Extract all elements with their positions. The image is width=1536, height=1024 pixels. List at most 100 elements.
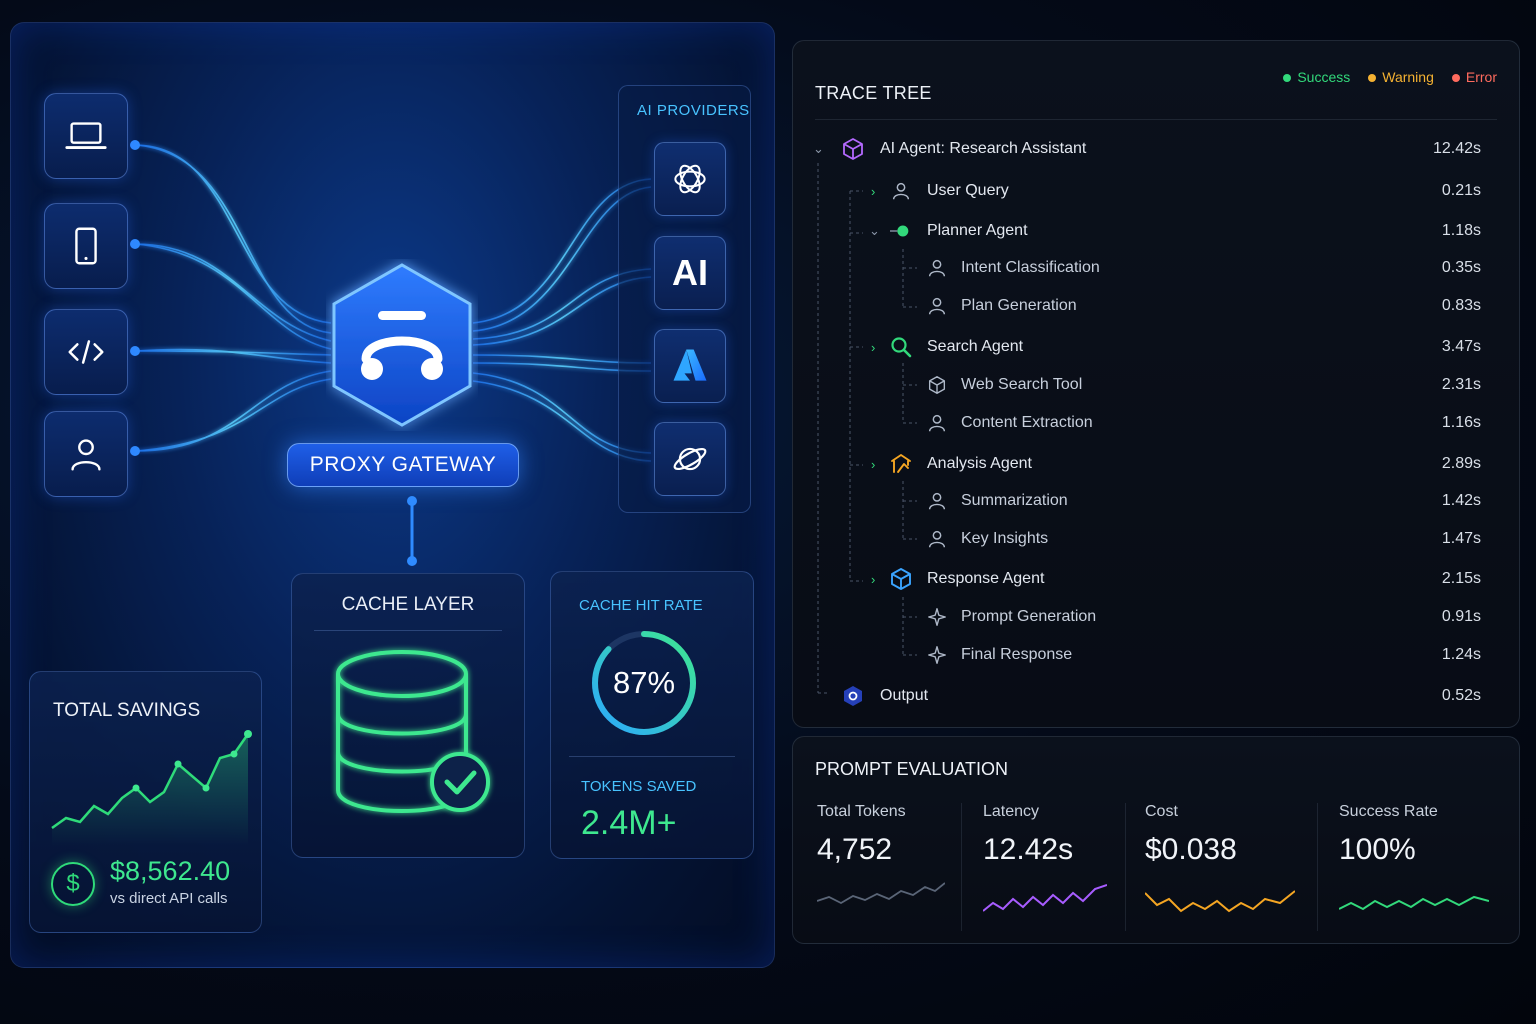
trace-label: Content Extraction (961, 414, 1093, 431)
prompt-evaluation-panel: PROMPT EVALUATION Total Tokens 4,752 Lat… (792, 736, 1520, 944)
provider-openai[interactable] (654, 142, 726, 216)
tokens-saved-value: 2.4M+ (581, 804, 677, 842)
user-icon (71, 439, 101, 471)
divider (569, 756, 735, 757)
cube-blue-icon (889, 567, 913, 591)
provider-ai[interactable]: AI (654, 236, 726, 310)
trace-duration: 0.91s (1441, 608, 1481, 625)
code-device[interactable] (44, 309, 128, 395)
ai-providers-panel: AI PROVIDERS AI (618, 85, 751, 513)
chevron-right-icon[interactable]: › (871, 457, 875, 472)
metric-total-tokens[interactable]: Total Tokens 4,752 (817, 803, 977, 933)
gateway-hex-icon (332, 263, 472, 427)
user-device[interactable] (44, 411, 128, 497)
evaluation-title: PROMPT EVALUATION (815, 759, 1009, 779)
cache-title: CACHE LAYER (341, 594, 475, 615)
user-icon (925, 527, 949, 551)
trace-row-output[interactable]: Output 0.52s (793, 682, 1519, 710)
divider (1125, 803, 1126, 931)
planet-icon (673, 447, 707, 471)
gateway-label[interactable]: PROXY GATEWAY (287, 443, 519, 487)
metric-success-rate[interactable]: Success Rate 100% (1339, 803, 1499, 933)
user-icon (889, 179, 913, 203)
code-icon (68, 340, 104, 364)
provider-planet[interactable] (654, 422, 726, 496)
trace-label: Planner Agent (927, 222, 1028, 239)
trace-tree-panel: TRACE TREE Success Warning Error ⌄ AI Ag… (792, 40, 1520, 728)
trace-label: Plan Generation (961, 297, 1077, 314)
trace-label: User Query (927, 182, 1009, 199)
chevron-down-icon[interactable]: ⌄ (813, 141, 824, 157)
trace-label: Web Search Tool (961, 376, 1083, 393)
chevron-right-icon[interactable]: › (871, 572, 875, 587)
user-icon (925, 256, 949, 280)
trace-duration: 1.47s (1441, 530, 1481, 547)
metric-latency[interactable]: Latency 12.42s (983, 803, 1143, 933)
cache-layer-card: CACHE LAYER (291, 573, 525, 858)
metric-label: Latency (983, 803, 1040, 820)
azure-icon (673, 349, 707, 381)
cache-hit-rate-card: CACHE HIT RATE 87% TOKENS SAVED 2.4M+ (550, 571, 754, 859)
phone-device[interactable] (44, 203, 128, 289)
provider-azure[interactable] (654, 329, 726, 403)
trace-duration: 2.89s (1441, 455, 1481, 472)
trace-label: Key Insights (961, 530, 1049, 547)
tokens-sparkline (817, 882, 945, 905)
tool-cube-icon (925, 373, 949, 397)
trace-label: Summarization (961, 492, 1068, 509)
gateway-panel: AI PROVIDERS AI PROXY GATEWAY CACHE LAYE… (10, 22, 775, 968)
laptop-icon (65, 122, 107, 149)
metric-label: Cost (1145, 803, 1178, 820)
metric-value: 4,752 (817, 833, 893, 866)
trace-row-prompt-generation[interactable]: Prompt Generation 0.91s (793, 603, 1519, 631)
trace-label: Final Response (961, 646, 1073, 663)
phone-icon (75, 227, 97, 265)
gateway-hub[interactable] (326, 259, 478, 431)
trace-duration: 3.47s (1441, 338, 1481, 355)
trace-label: AI Agent: Research Assistant (880, 140, 1087, 157)
trace-duration: 1.42s (1441, 492, 1481, 509)
chevron-right-icon[interactable]: › (871, 340, 875, 355)
trace-row-plan-generation[interactable]: Plan Generation 0.83s (793, 292, 1519, 320)
trace-duration: 1.18s (1441, 222, 1481, 239)
laptop-device[interactable] (44, 93, 128, 179)
trace-label: Prompt Generation (961, 608, 1097, 625)
savings-title: TOTAL SAVINGS (53, 700, 201, 721)
hit-rate-title: CACHE HIT RATE (579, 597, 703, 614)
trace-row-search-agent[interactable]: › Search Agent 3.47s (793, 333, 1519, 361)
trace-duration: 0.21s (1441, 182, 1481, 199)
trace-row-content-extraction[interactable]: Content Extraction 1.16s (793, 409, 1519, 437)
trace-duration: 2.15s (1441, 570, 1481, 587)
chevron-right-icon[interactable]: › (871, 184, 875, 199)
trace-row-final-response[interactable]: Final Response 1.24s (793, 641, 1519, 669)
metric-label: Success Rate (1339, 803, 1438, 820)
tokens-saved-title: TOKENS SAVED (581, 778, 697, 795)
sparkle-icon (925, 605, 949, 629)
analysis-icon (889, 452, 913, 476)
trace-row-user-query[interactable]: › User Query 0.21s (793, 177, 1519, 205)
trace-label: Response Agent (927, 570, 1045, 587)
trace-row-planner-agent[interactable]: ⌄ Planner Agent 1.18s (793, 217, 1519, 245)
trace-row-key-insights[interactable]: Key Insights 1.47s (793, 525, 1519, 553)
success-sparkline (1339, 895, 1489, 911)
trace-duration: 0.83s (1441, 297, 1481, 314)
cache-connector (407, 496, 417, 566)
cost-sparkline (1145, 890, 1295, 913)
trace-duration: 2.31s (1441, 376, 1481, 393)
metric-label: Total Tokens (817, 803, 906, 820)
total-savings-card: TOTAL SAVINGS $ $8,562.40 vs direct API … (29, 671, 262, 933)
divider (961, 803, 962, 931)
metric-cost[interactable]: Cost $0.038 (1145, 803, 1305, 933)
metric-value: 12.42s (983, 833, 1074, 866)
trace-row-research-assistant[interactable]: ⌄ AI Agent: Research Assistant 12.42s (793, 135, 1519, 163)
trace-row-intent-classification[interactable]: Intent Classification 0.35s (793, 254, 1519, 282)
latency-sparkline (983, 884, 1107, 912)
trace-row-web-search-tool[interactable]: Web Search Tool 2.31s (793, 371, 1519, 399)
trace-duration: 12.42s (1432, 140, 1481, 157)
trace-row-analysis-agent[interactable]: › Analysis Agent 2.89s (793, 450, 1519, 478)
trace-row-response-agent[interactable]: › Response Agent 2.15s (793, 565, 1519, 593)
openai-icon (674, 164, 706, 194)
trace-row-summarization[interactable]: Summarization 1.42s (793, 487, 1519, 515)
user-icon (925, 489, 949, 513)
chevron-down-icon[interactable]: ⌄ (869, 223, 880, 239)
